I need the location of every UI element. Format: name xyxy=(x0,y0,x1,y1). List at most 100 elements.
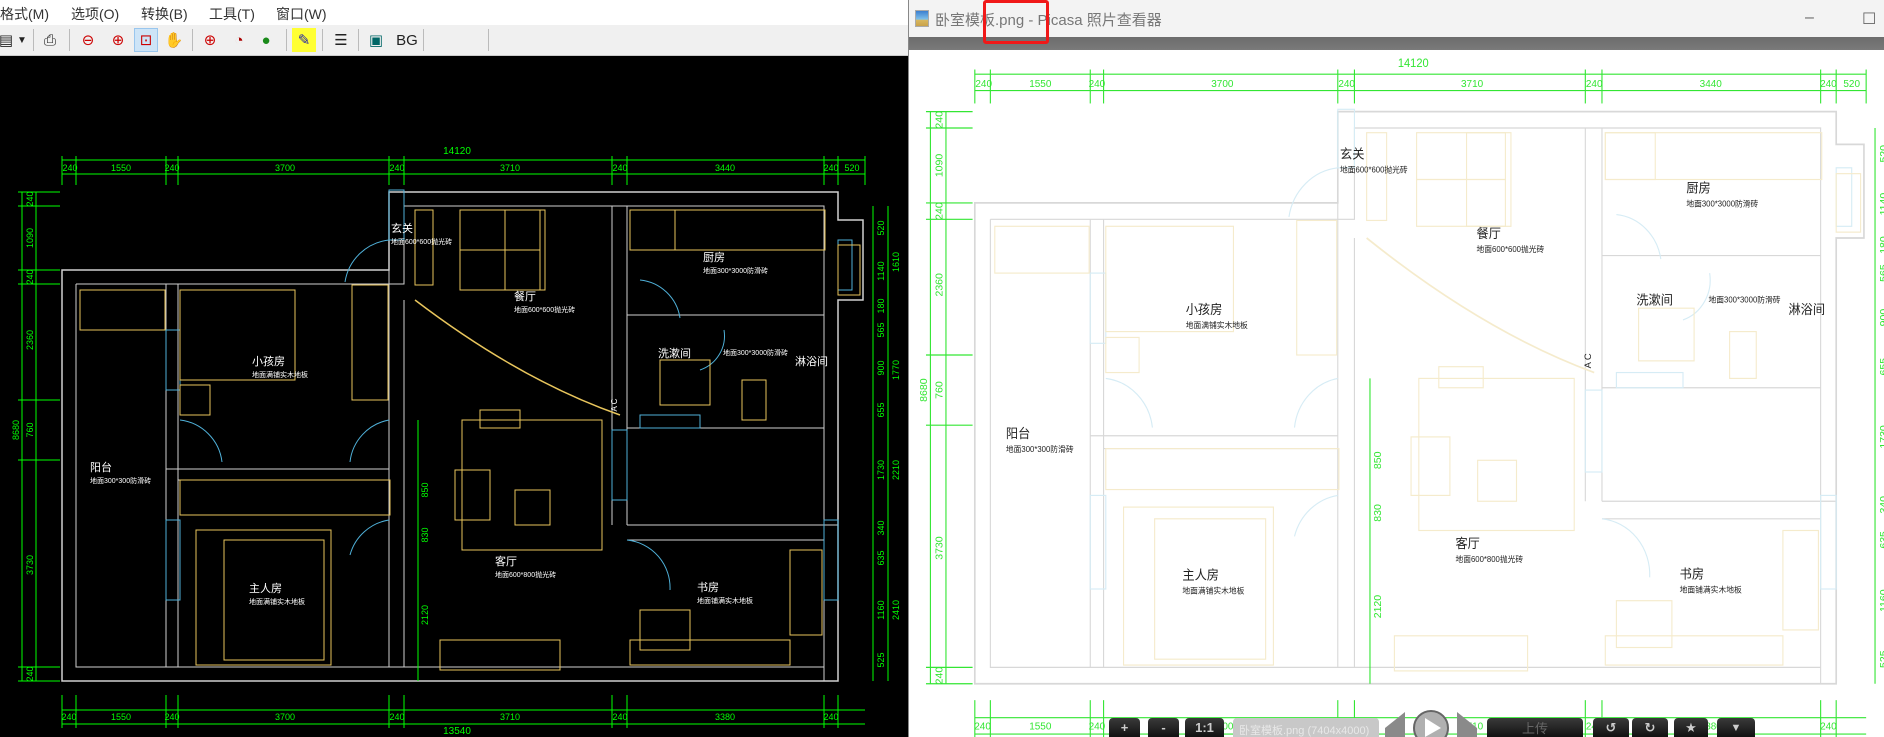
room-floor-note: 地面600*800抛光砖 xyxy=(495,570,556,579)
room-floor-note: 地面300*3000防滑砖 xyxy=(1686,198,1758,208)
maximize-button[interactable]: ☐ xyxy=(1862,9,1876,29)
wardrobe xyxy=(1105,448,1340,491)
stove xyxy=(1835,173,1862,233)
room-name: 餐厅 xyxy=(514,289,536,303)
pan-hand-icon[interactable]: ✋ xyxy=(162,28,186,52)
stove xyxy=(837,244,861,296)
zoom-extents-icon[interactable]: ⊕ xyxy=(198,28,222,52)
room-floor-note: 地面300*3000防滑砖 xyxy=(723,348,788,357)
dim-left-label: 760 xyxy=(25,422,35,437)
layers-icon[interactable]: ☰ xyxy=(329,28,353,52)
rotate-right-button[interactable]: ↻ xyxy=(1632,718,1668,737)
dim-total-top: 14120 xyxy=(1398,58,1429,70)
dim-top-label: 520 xyxy=(1843,79,1860,90)
dim-left-label: 2360 xyxy=(25,330,35,350)
room-floor-note: 地面满铺实木地板 xyxy=(1182,585,1244,595)
room-name: 餐厅 xyxy=(1477,226,1501,241)
dim-mid-label: 830 xyxy=(1373,504,1384,522)
room-name: 客厅 xyxy=(495,554,517,568)
room-name: 厨房 xyxy=(1686,180,1710,195)
zoom-previous-icon[interactable]: ◔ xyxy=(227,28,251,52)
dim-left-label: 2360 xyxy=(935,273,946,297)
slideshow-play-button[interactable] xyxy=(1383,706,1479,737)
window xyxy=(823,519,839,601)
toilet xyxy=(1729,331,1757,379)
menu-window[interactable]: 窗口(W) xyxy=(276,4,327,24)
rotate-left-button[interactable]: ↺ xyxy=(1593,718,1629,737)
room-name: 洗漱间 xyxy=(658,347,691,360)
zoom-in-button[interactable]: + xyxy=(1109,718,1140,737)
dim-right-label: 635 xyxy=(876,550,886,565)
dim-right-label: 1730 xyxy=(1879,425,1884,449)
title-bar: 卧室模板.png - Picasa 照片查看器 – ☐ xyxy=(909,0,1884,37)
actual-size-button[interactable]: 1:1 xyxy=(1185,718,1224,737)
dim-right-label: 655 xyxy=(876,402,886,417)
room-name: 小孩房 xyxy=(1186,302,1223,317)
menu-options[interactable]: 选项(O) xyxy=(71,4,119,24)
print-icon[interactable]: ⎙ xyxy=(38,28,62,52)
dim-top-label: 3700 xyxy=(275,163,295,173)
dim-top-label: 240 xyxy=(164,163,179,173)
dim-total-left: 8680 xyxy=(11,420,21,440)
room-name: 厨房 xyxy=(703,251,725,264)
image-caption: 卧室模板.png (7404x4000) xyxy=(1233,718,1379,737)
orbit-icon[interactable]: ● xyxy=(254,28,278,52)
bookcase xyxy=(1604,635,1784,666)
dim-right-label: 1140 xyxy=(876,261,886,280)
dim-mid-label: 830 xyxy=(420,527,430,542)
more-menu-button[interactable]: ▼ xyxy=(1717,718,1755,737)
dim-right-label: 340 xyxy=(1879,496,1884,514)
zoom-window-icon[interactable]: ⊡ xyxy=(134,28,158,52)
tv-cabinet xyxy=(1438,366,1484,389)
room-floor-note: 地面300*300防滑砖 xyxy=(1006,444,1074,454)
dim-mid-label: 850 xyxy=(420,482,430,497)
menu-convert[interactable]: 转换(B) xyxy=(141,4,188,24)
inner-wall xyxy=(75,205,825,681)
frame-icon[interactable]: ▣ xyxy=(364,28,388,52)
dim-bottom-label: 3710 xyxy=(500,712,520,722)
menu-tools[interactable]: 工具(T) xyxy=(209,4,255,24)
room-name: 主人房 xyxy=(249,582,282,595)
room-floor-note: 地面满铺实木地板 xyxy=(252,370,308,379)
dim-right-label: 340 xyxy=(876,520,886,535)
upload-button[interactable]: 上传 xyxy=(1487,718,1583,737)
viewer-top-band xyxy=(909,37,1884,50)
star-button[interactable]: ★ xyxy=(1674,718,1708,737)
window xyxy=(837,239,853,291)
room-name: 小孩房 xyxy=(252,355,285,368)
door-swing xyxy=(349,519,390,556)
zoom-out-icon[interactable]: ⊖ xyxy=(76,28,100,52)
fridge xyxy=(629,209,676,251)
dropdown-arrow-icon[interactable]: ▼ xyxy=(10,28,34,52)
menu-format[interactable]: 格式(M) xyxy=(0,4,49,24)
dim-right-outer-label: 1610 xyxy=(891,252,901,272)
separator xyxy=(69,29,70,51)
door-swing xyxy=(1293,377,1338,428)
zoom-in-icon[interactable]: ⊕ xyxy=(106,28,130,52)
separator xyxy=(286,29,287,51)
measure-icon[interactable]: ✎ xyxy=(292,28,316,52)
toolbar: ▤ ▼ ⎙ ⊖ ⊕ ⊡ ✋ ⊕ ◔ ● ✎ ☰ ▣ BG xyxy=(0,25,910,56)
room-floor-note: 地面300*3000防滑砖 xyxy=(1709,294,1781,304)
dim-top-label: 240 xyxy=(62,163,77,173)
dim-top-label: 240 xyxy=(612,163,627,173)
dim-right-label: 525 xyxy=(1879,650,1884,668)
background-button[interactable]: BG xyxy=(393,28,421,52)
door-swing xyxy=(1601,518,1651,578)
minimize-button[interactable]: – xyxy=(1805,9,1814,27)
dim-left-label: 3730 xyxy=(25,555,35,575)
dim-right-label: 900 xyxy=(876,360,886,375)
room-floor-note: 地面600*800抛光砖 xyxy=(1455,554,1523,564)
sink-counter xyxy=(994,225,1090,274)
armchair xyxy=(454,469,491,521)
dim-right-label: 565 xyxy=(1879,264,1884,282)
cad-drawing-canvas[interactable]: 14120 240 1550 240 3700 240 3710 240 3440 240 520 1… xyxy=(0,56,910,737)
dim-bottom-label: 240 xyxy=(823,712,838,722)
curved-partition xyxy=(1366,237,1595,374)
door-swing xyxy=(639,279,681,319)
room-name: 玄关 xyxy=(1340,147,1365,161)
dim-left-label: 760 xyxy=(935,381,946,399)
dining-chairs xyxy=(1416,132,1506,181)
zoom-out-button[interactable]: - xyxy=(1148,718,1179,737)
dining-chairs xyxy=(459,209,541,251)
